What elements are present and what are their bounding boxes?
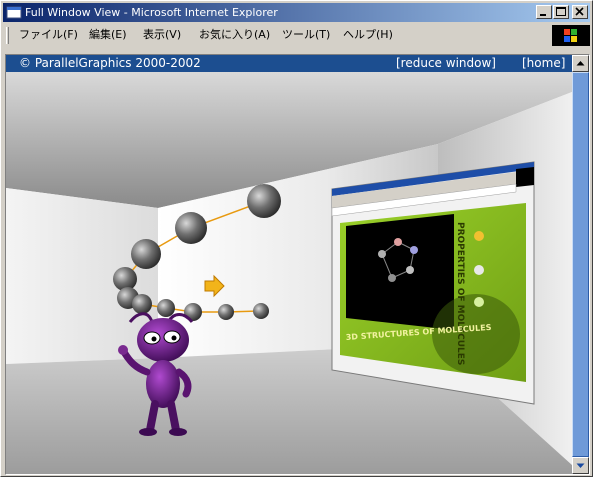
- menu-bar: ファイル(F) 編集(E) 表示(V) お気に入り(A) ツール(T) ヘルプ(…: [3, 24, 590, 46]
- menu-grip[interactable]: [6, 27, 9, 44]
- close-button[interactable]: [572, 5, 588, 19]
- menu-file[interactable]: ファイル(F): [19, 28, 78, 42]
- reduce-window-link[interactable]: [reduce window]: [396, 55, 496, 72]
- arrow-down-icon: [576, 463, 585, 468]
- vertical-scrollbar[interactable]: [572, 55, 589, 474]
- browser-content: © ParallelGraphics 2000-2002 [reduce win…: [5, 54, 590, 475]
- scrollbar-thumb[interactable]: [572, 72, 589, 457]
- arrow-up-icon: [576, 61, 585, 66]
- menu-edit[interactable]: 編集(E): [89, 28, 127, 42]
- minimize-icon: [540, 14, 546, 16]
- scroll-up-button[interactable]: [572, 55, 589, 72]
- browser-window: Full Window View - Microsoft Internet Ex…: [0, 0, 593, 477]
- window-title: Full Window View - Microsoft Internet Ex…: [25, 6, 278, 19]
- copyright-text: © ParallelGraphics 2000-2002: [19, 56, 201, 70]
- scroll-down-button[interactable]: [572, 457, 589, 474]
- home-link[interactable]: [home]: [522, 55, 565, 72]
- 3d-scene-viewport[interactable]: PROPERTIES OF MOLECULES 3D STRUCTURES OF…: [6, 72, 572, 475]
- windows-logo-box: [552, 25, 590, 46]
- menu-help[interactable]: ヘルプ(H): [343, 28, 393, 42]
- minimize-button[interactable]: [536, 5, 552, 19]
- viewer-header-bar: © ParallelGraphics 2000-2002 [reduce win…: [6, 55, 572, 72]
- panel-vertical-title: PROPERTIES OF MOLECULES: [455, 222, 465, 365]
- title-bar[interactable]: Full Window View - Microsoft Internet Ex…: [3, 3, 590, 22]
- menu-favorites[interactable]: お気に入り(A): [199, 28, 270, 42]
- maximize-button[interactable]: [553, 5, 569, 19]
- close-icon: [575, 7, 584, 16]
- internet-explorer-icon: [6, 6, 22, 19]
- embedded-webpage-panel[interactable]: PROPERTIES OF MOLECULES 3D STRUCTURES OF…: [331, 161, 535, 405]
- windows-logo-icon: [564, 29, 577, 42]
- menu-view[interactable]: 表示(V): [143, 28, 181, 42]
- menu-tools[interactable]: ツール(T): [282, 28, 330, 42]
- maximize-icon: [556, 7, 566, 16]
